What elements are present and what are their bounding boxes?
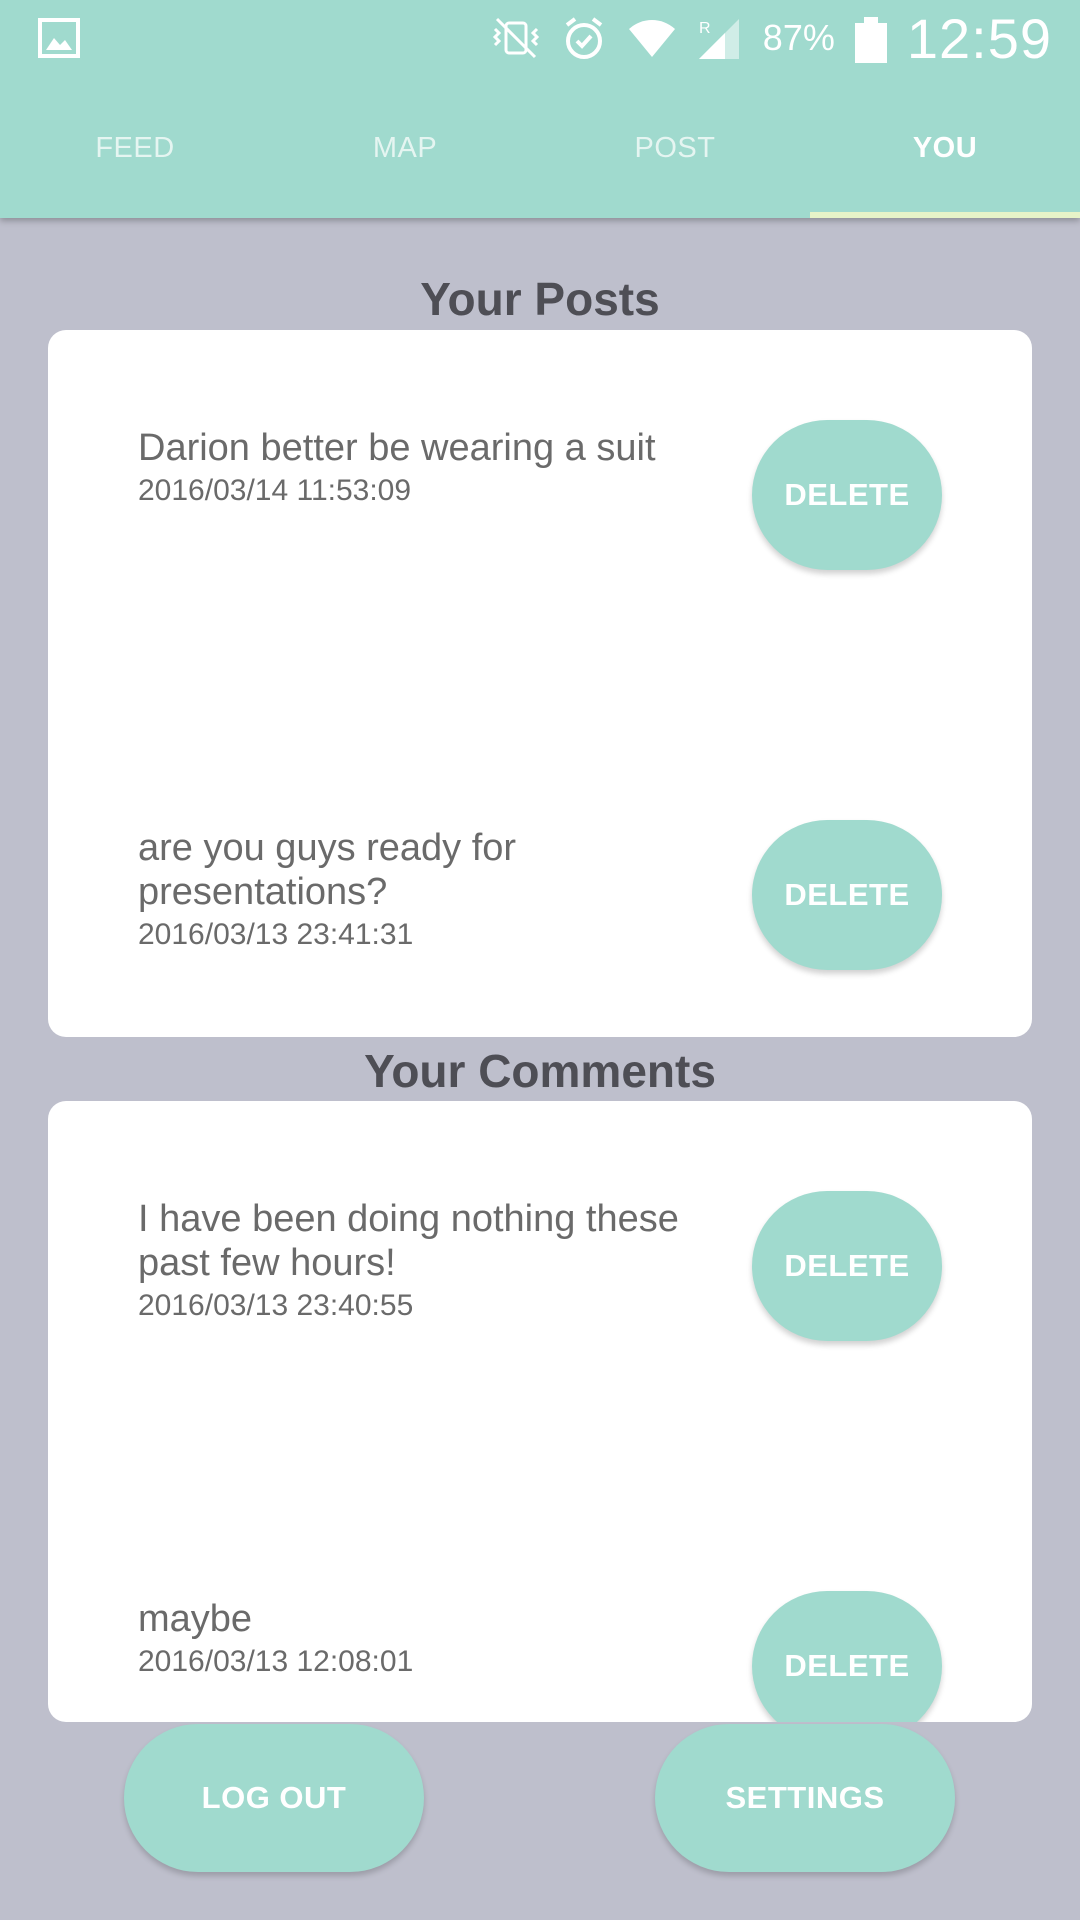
battery-icon (853, 15, 889, 63)
app-bar: R 87% 12:59 FEED MAP POST YOU (0, 0, 1080, 218)
list-item: maybe 2016/03/13 12:08:01 (138, 1597, 698, 1679)
comment-text: maybe (138, 1598, 253, 1640)
clock: 12:59 (906, 6, 1052, 70)
tab-you[interactable]: YOU (810, 110, 1080, 218)
alarm-icon (559, 15, 609, 61)
post-date: 2016/03/13 23:41:31 (138, 918, 414, 951)
list-item: Darion better be wearing a suit 2016/03/… (138, 426, 698, 508)
tab-feed[interactable]: FEED (0, 110, 270, 218)
delete-post-button[interactable]: DELETE (752, 420, 942, 570)
svg-text:R: R (699, 20, 711, 37)
status-bar: R 87% 12:59 (0, 0, 1080, 76)
tab-post[interactable]: POST (540, 110, 810, 218)
comments-section-title: Your Comments (364, 1045, 716, 1097)
battery-percentage: 87% (762, 17, 835, 58)
comment-date: 2016/03/13 12:08:01 (138, 1645, 414, 1678)
posts-card[interactable]: Darion better be wearing a suit 2016/03/… (48, 330, 1032, 1037)
image-icon (38, 18, 80, 58)
wifi-icon (627, 15, 677, 61)
post-text: are you guys ready for presentations? (138, 827, 517, 913)
delete-post-button[interactable]: DELETE (752, 820, 942, 970)
list-item: I have been doing nothing these past few… (138, 1197, 698, 1323)
comment-text: I have been doing nothing these past few… (138, 1198, 679, 1284)
comments-card[interactable]: I have been doing nothing these past few… (48, 1101, 1032, 1722)
post-text: Darion better be wearing a suit (138, 427, 656, 469)
tab-map[interactable]: MAP (270, 110, 540, 218)
delete-comment-button[interactable]: DELETE (752, 1591, 942, 1722)
posts-section-title: Your Posts (420, 273, 660, 325)
comment-date: 2016/03/13 23:40:55 (138, 1289, 414, 1322)
signal-icon: R (695, 15, 745, 61)
delete-comment-button[interactable]: DELETE (752, 1191, 942, 1341)
settings-button[interactable]: SETTINGS (655, 1724, 955, 1872)
vibrate-icon (491, 15, 541, 61)
log-out-button[interactable]: LOG OUT (124, 1724, 424, 1872)
tab-bar: FEED MAP POST YOU (0, 110, 1080, 218)
post-date: 2016/03/14 11:53:09 (138, 474, 412, 507)
list-item: are you guys ready for presentations? 20… (138, 826, 698, 952)
